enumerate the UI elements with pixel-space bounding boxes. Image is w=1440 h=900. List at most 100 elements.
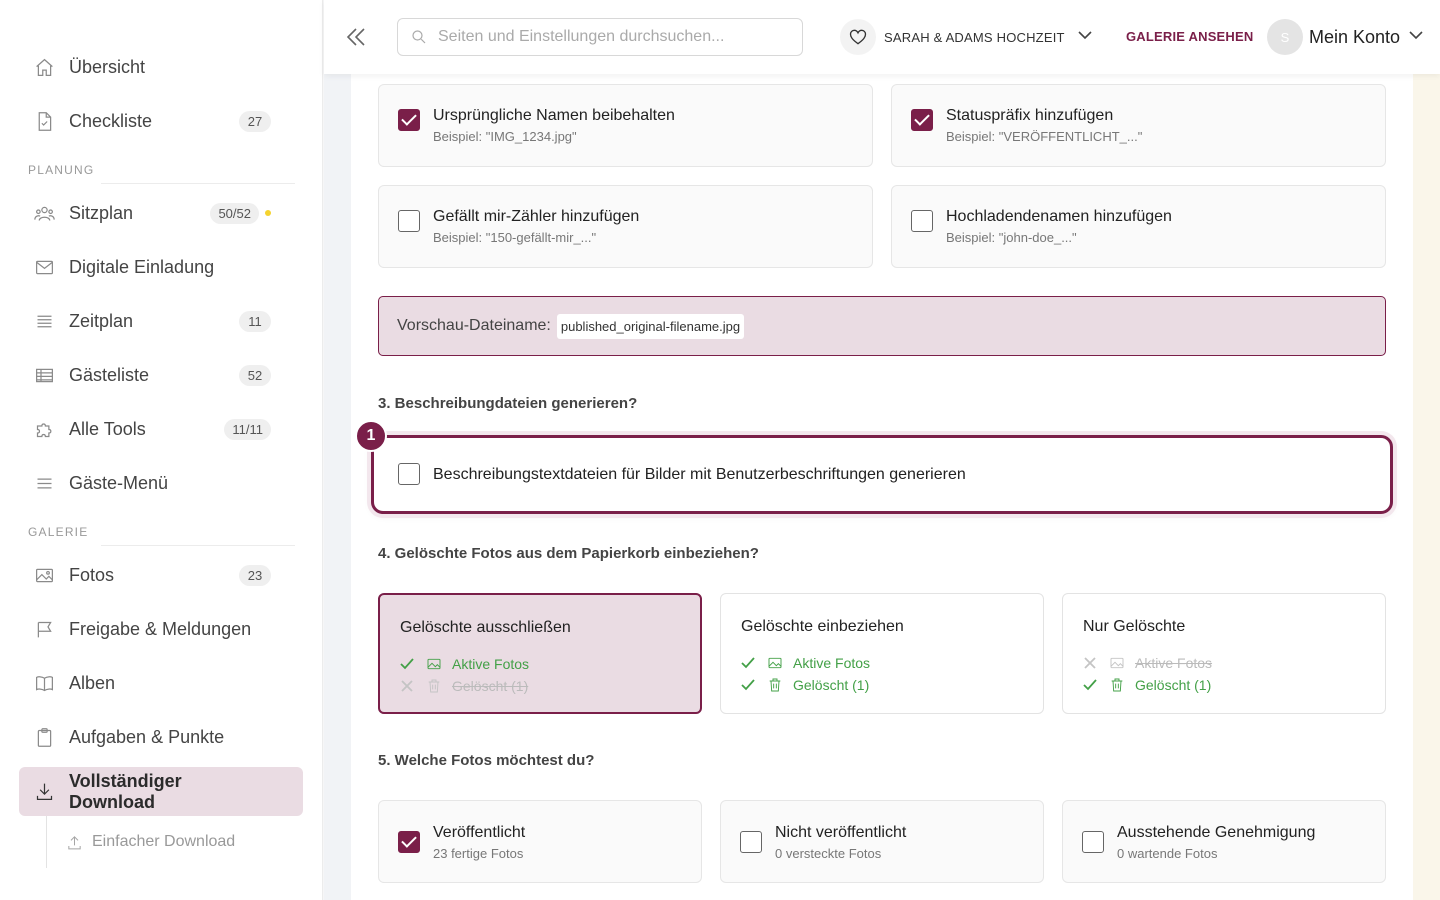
cross-icon <box>400 679 416 693</box>
heart-icon <box>840 19 876 55</box>
option-title: Hochladendenamen hinzufügen <box>946 208 1172 225</box>
option-title: Ausstehende Genehmigung <box>1117 824 1316 841</box>
question-5-title: 5. Welche Fotos möchtest du? <box>378 752 595 769</box>
view-gallery-link[interactable]: GALERIE ANSEHEN <box>1126 29 1253 44</box>
sidebar-item-overview[interactable]: Übersicht <box>0 40 303 94</box>
option-subtitle: 0 wartende Fotos <box>1117 846 1218 861</box>
option-published[interactable]: Veröffentlicht 23 fertige Fotos <box>378 800 702 883</box>
menu-icon <box>32 471 56 495</box>
document-check-icon <box>32 109 56 133</box>
option-title: Nur Gelöschte <box>1083 618 1186 635</box>
sidebar-item-label: Aufgaben & Punkte <box>69 726 225 747</box>
sidebar-item-tasks[interactable]: Aufgaben & Punkte <box>0 710 303 764</box>
trash-icon <box>1109 677 1125 693</box>
option-generate-caption-files[interactable]: Beschreibungstextdateien für Bilder mit … <box>371 435 1393 514</box>
table-icon <box>32 363 56 387</box>
checkbox[interactable] <box>398 109 420 131</box>
mail-icon <box>32 255 56 279</box>
count-badge: 52 <box>239 364 271 386</box>
check-icon <box>741 678 757 692</box>
option-title: Beschreibungstextdateien für Bilder mit … <box>433 466 966 483</box>
account-label: Mein Konto <box>1309 26 1401 47</box>
option-title: Nicht veröffentlicht <box>775 824 907 841</box>
option-title: Ursprüngliche Namen beibehalten <box>433 107 675 124</box>
option-keep-original-names[interactable]: Ursprüngliche Namen beibehalten Beispiel… <box>378 84 873 167</box>
sidebar-item-label: Alben <box>69 672 116 693</box>
checkbox[interactable] <box>398 210 420 232</box>
option-like-count[interactable]: Gefällt mir-Zähler hinzufügen Beispiel: … <box>378 185 873 268</box>
option-exclude-deleted[interactable]: Gelöschte ausschließen Aktive Fotos Gelö… <box>378 593 702 714</box>
checkbox[interactable] <box>1082 831 1104 853</box>
lines-icon <box>32 309 56 333</box>
trash-icon <box>426 678 442 694</box>
sidebar-item-guestlist[interactable]: Gästeliste 52 <box>0 348 303 402</box>
image-icon <box>426 656 442 672</box>
sidebar-subitem-label: Einfacher Download <box>92 833 236 850</box>
sidebar-item-label: Sitzplan <box>69 202 134 223</box>
checkbox[interactable] <box>911 210 933 232</box>
sidebar-item-label: Gästeliste <box>69 364 150 385</box>
top-bar: SARAH & ADAMS HOCHZEIT GALERIE ANSEHEN S… <box>324 0 1440 74</box>
users-icon <box>32 201 56 225</box>
download-icon <box>32 780 56 804</box>
option-only-deleted[interactable]: Nur Gelöschte Aktive Fotos Gelöscht (1) <box>1062 593 1386 714</box>
checkbox[interactable] <box>398 831 420 853</box>
option-example: Beispiel: "john-doe_..." <box>946 230 1077 245</box>
sidebar-item-photos[interactable]: Fotos 23 <box>0 548 303 602</box>
option-uploader-name[interactable]: Hochladendenamen hinzufügen Beispiel: "j… <box>891 185 1386 268</box>
sidebar-item-invitation[interactable]: Digitale Einladung <box>0 240 303 294</box>
question-3-title: 3. Beschreibungdateien generieren? <box>378 395 638 412</box>
option-pending-approval[interactable]: Ausstehende Genehmigung 0 wartende Fotos <box>1062 800 1386 883</box>
trash-icon <box>767 677 783 693</box>
sidebar-item-albums[interactable]: Alben <box>0 656 303 710</box>
home-icon <box>32 55 56 79</box>
avatar: S <box>1267 19 1303 55</box>
sidebar-item-schedule[interactable]: Zeitplan 11 <box>0 294 303 348</box>
option-title: Gelöschte einbeziehen <box>741 618 904 635</box>
option-status-prefix[interactable]: Statuspräfix hinzufügen Beispiel: "VERÖF… <box>891 84 1386 167</box>
section-title-planung: PLANUNG <box>0 156 322 184</box>
sidebar-item-checklist[interactable]: Checkliste 27 <box>0 94 303 148</box>
sidebar-item-label: Freigabe & Meldungen <box>69 618 252 639</box>
option-example: Beispiel: "150-gefällt-mir_..." <box>433 230 597 245</box>
book-icon <box>32 671 56 695</box>
sidebar-item-guest-menu[interactable]: Gäste-Menü <box>0 456 303 510</box>
option-include-deleted[interactable]: Gelöschte einbeziehen Aktive Fotos Gelös… <box>720 593 1044 714</box>
deleted-photos-label: Gelöscht (1) <box>793 677 870 693</box>
collapse-sidebar-icon[interactable] <box>344 24 368 50</box>
sidebar-item-label: Checkliste <box>69 110 153 131</box>
step-badge: 1 <box>355 420 387 452</box>
count-badge: 50/52 <box>210 202 259 224</box>
option-title: Veröffentlicht <box>433 824 526 841</box>
active-photos-label: Aktive Fotos <box>793 655 871 671</box>
option-title: Statuspräfix hinzufügen <box>946 107 1114 124</box>
checkbox[interactable] <box>911 109 933 131</box>
checkbox[interactable] <box>398 463 420 485</box>
sidebar: Übersicht Checkliste 27 PLANUNG Sitzplan… <box>0 0 323 900</box>
account-menu[interactable]: S Mein Konto <box>1267 19 1424 55</box>
count-badge: 23 <box>239 564 271 586</box>
search-input[interactable] <box>438 28 778 46</box>
count-badge: 11/11 <box>224 418 271 440</box>
image-icon <box>767 655 783 671</box>
preview-value: published_original-filename.jpg <box>556 313 745 339</box>
sidebar-item-label: Fotos <box>69 564 115 585</box>
clipboard-icon <box>32 725 56 749</box>
puzzle-icon <box>32 417 56 441</box>
option-example: Beispiel: "IMG_1234.jpg" <box>433 129 577 144</box>
deleted-photos-label: Gelöscht (1) <box>452 678 529 694</box>
sidebar-item-sharing[interactable]: Freigabe & Meldungen <box>0 602 303 656</box>
option-unpublished[interactable]: Nicht veröffentlicht 0 versteckte Fotos <box>720 800 1044 883</box>
sidebar-subitem-simple-download[interactable]: Einfacher Download <box>0 816 322 868</box>
event-switcher[interactable]: SARAH & ADAMS HOCHZEIT <box>840 18 1093 56</box>
checkbox[interactable] <box>740 831 762 853</box>
question-4-title: 4. Gelöschte Fotos aus dem Papierkorb ei… <box>378 545 759 562</box>
sidebar-item-label: Digitale Einladung <box>69 256 215 277</box>
sidebar-item-seating[interactable]: Sitzplan 50/52 <box>0 186 303 240</box>
sidebar-item-tools[interactable]: Alle Tools 11/11 <box>0 402 303 456</box>
cross-icon <box>1083 656 1099 670</box>
sidebar-item-label: Gäste-Menü <box>69 472 169 493</box>
chevron-down-icon <box>1077 27 1093 48</box>
sidebar-item-full-download[interactable]: Vollständiger Download <box>19 767 303 816</box>
search-icon <box>412 30 426 44</box>
